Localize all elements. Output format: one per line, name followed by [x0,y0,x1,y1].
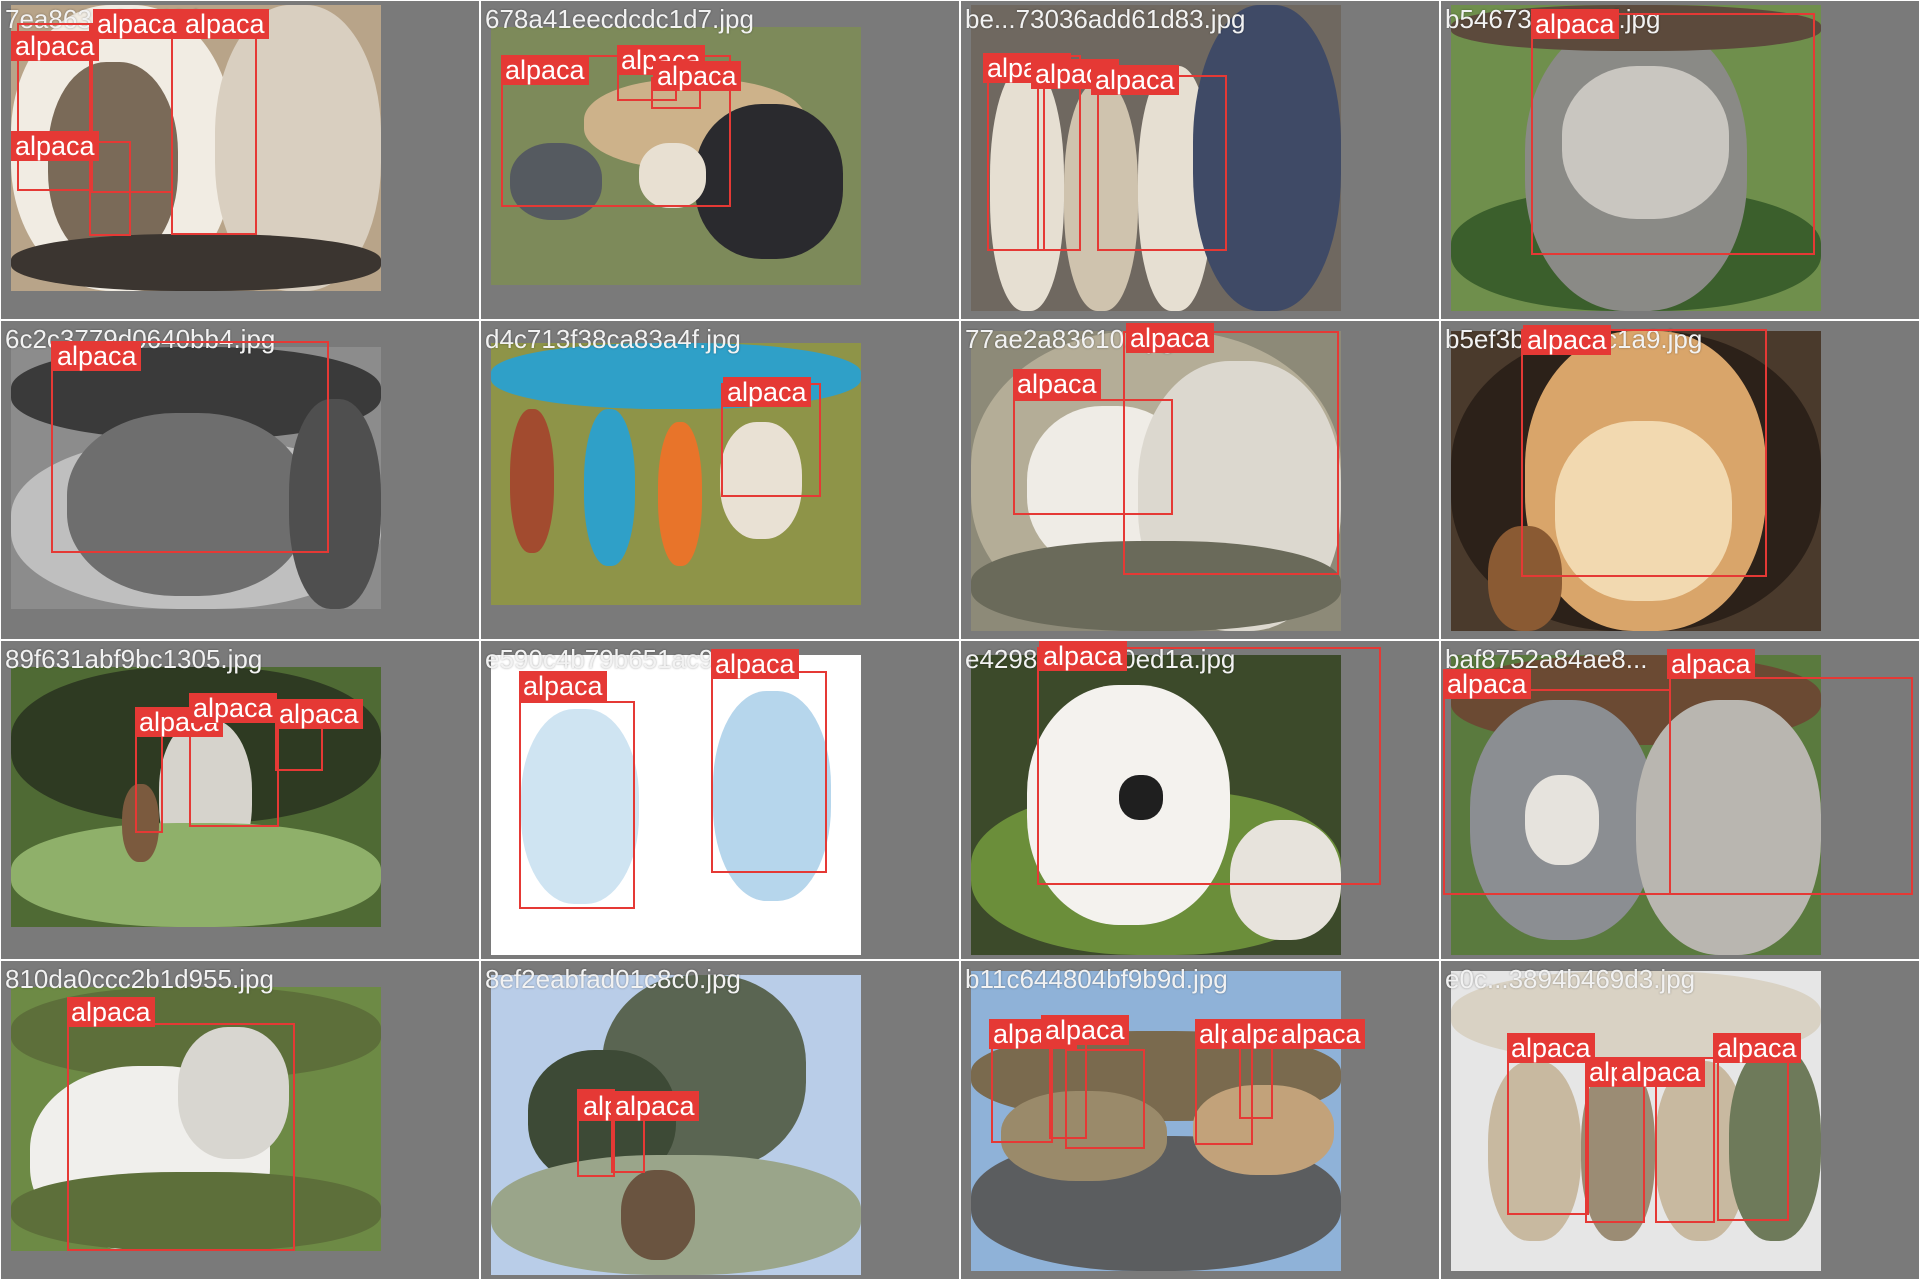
detection-label: alpaca [1041,1015,1129,1045]
tile-filename: b11c644804bf9b9d.jpg [965,964,1228,994]
detection-label: alpaca [181,9,269,39]
detection-label: alpaca [11,31,99,61]
detection-label: alpaca [1039,641,1127,671]
detection-box [1443,689,1671,895]
photo-region [583,408,636,566]
detection-label: alpaca [93,9,181,39]
photo-thumbnail [491,975,861,1275]
detection-label: alpaca [1713,1033,1801,1063]
detection-box [1065,1049,1145,1149]
detection-box [1531,13,1815,255]
image-tile[interactable]: b11c644804bf9b9d.jpg alpaca alpaca alpaca al… [960,960,1440,1280]
detection-label: alpaca [1523,325,1611,355]
image-tile[interactable]: b5ef3b27b...6c1a9.jpgalpaca [1440,320,1920,640]
photo-region [620,1170,695,1260]
detection-label: alpaca [1091,65,1179,95]
image-tile[interactable]: d4c713f38ca83a4f.jpg alpaca [480,320,960,640]
detection-box [1521,329,1767,577]
detection-box [519,701,635,909]
detection-box [711,671,827,873]
detection-label: alpaca [653,61,741,91]
tile-filename: e0c...3894b469d3.jpg [1445,964,1696,994]
tile-filename: 678a41eecdcdc1d7.jpg [485,4,754,34]
detection-label: alpaca [53,341,141,371]
image-tile[interactable]: e590c4b79b651ac9... alpaca alpaca [480,640,960,960]
photo-region [11,233,381,291]
detection-label: alpaca [1443,669,1531,699]
image-tile[interactable]: 678a41eecdcdc1d7.jpg alpaca alpaca alpaca [480,0,960,320]
tile-filename: 810da0ccc2b1d955.jpg [5,964,274,994]
image-tile[interactable]: 7ea863...98443.jpgalpacaalpacaalpacaalpa… [0,0,480,320]
detection-label: alpaca [275,699,363,729]
detection-label: alpaca [1126,323,1214,353]
detection-label: alpaca [1667,649,1755,679]
detection-label: alpaca [67,997,155,1027]
photo-region [509,408,554,553]
detection-label: alpaca [11,131,99,161]
tile-filename: 8ef2eabfad01c8c0.jpg [485,964,741,994]
detection-label: alpaca [1013,369,1101,399]
detection-grid: 7ea863...98443.jpgalpacaalpacaalpacaalpa… [0,0,1920,1280]
detection-box [275,723,323,771]
tile-filename: e590c4b79b651ac9... [485,644,736,674]
detection-label: alpaca [1277,1019,1365,1049]
tile-filename: 89f631abf9bc1305.jpg [5,644,263,674]
detection-label: alpaca [611,1091,699,1121]
detection-box [1097,75,1227,251]
photo-region [657,421,702,566]
image-tile[interactable]: 89f631abf9bc1305.jpg alpaca alpaca alpaca [0,640,480,960]
detection-box [171,23,257,235]
detection-label: alpaca [711,649,799,679]
image-tile[interactable]: 8ef2eabfad01c8c0.jpgalpacaalpaca [480,960,960,1280]
detection-box [1507,1039,1589,1215]
image-tile[interactable]: 77ae2a83610...pg alpaca alpaca [960,320,1440,640]
image-tile[interactable]: b54673...1745f.jpgalpaca [1440,0,1920,320]
detection-label: alpaca [189,693,277,723]
detection-label: alpaca [1507,1033,1595,1063]
detection-box [1037,647,1381,885]
detection-label: alpaca [1531,9,1619,39]
image-tile[interactable]: be...73036add61d83.jpg alpaca alpaca alpaca [960,0,1440,320]
detection-label: alpaca [1617,1057,1705,1087]
detection-box [67,1023,295,1251]
detection-box [1123,331,1339,575]
tile-filename: be...73036add61d83.jpg [965,4,1246,34]
detection-label: alpaca [501,55,589,85]
detection-box [1717,1049,1789,1221]
photo-region [11,823,381,927]
image-tile[interactable]: e0c...3894b469d3.jpgalpacaalpacaalpacaal… [1440,960,1920,1280]
image-tile[interactable]: e4298c067c00ed1a.jpgalpaca [960,640,1440,960]
tile-filename: d4c713f38ca83a4f.jpg [485,324,741,354]
detection-box [51,341,329,553]
detection-box [1669,677,1913,895]
detection-box [1585,1063,1645,1223]
detection-label: alpaca [723,377,811,407]
image-tile[interactable]: 810da0ccc2b1d955.jpg alpaca [0,960,480,1280]
detection-label: alpaca [519,671,607,701]
image-tile[interactable]: baf8752a84ae8... alpaca alpaca [1440,640,1920,960]
image-tile[interactable]: 6c2c3779d0640bb4.jpg alpaca [0,320,480,640]
